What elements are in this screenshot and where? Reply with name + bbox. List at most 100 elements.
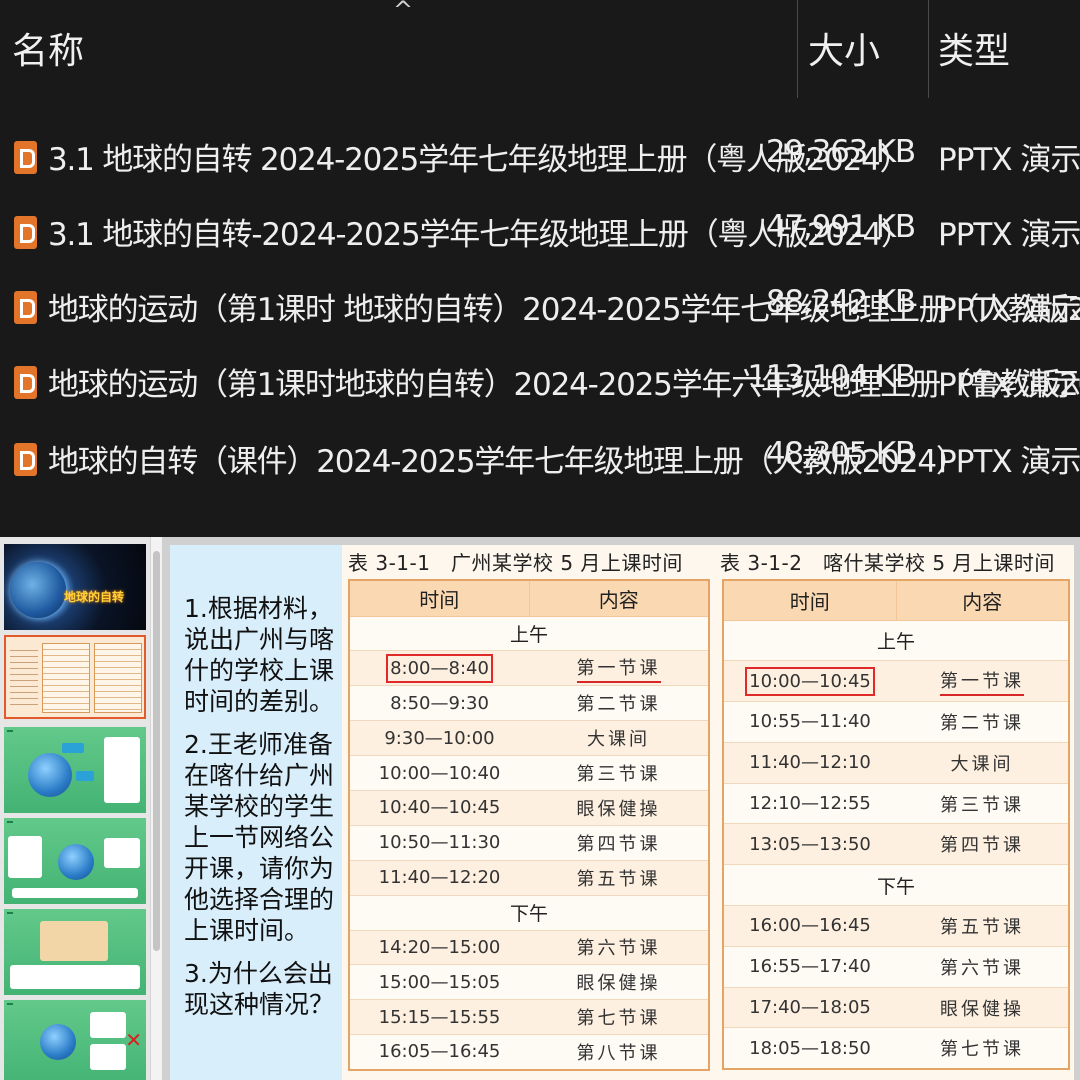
time-cell: 16:05—16:45 xyxy=(349,1034,529,1071)
red-x-icon: ✕ xyxy=(125,1028,142,1052)
file-size: 47,991 KB xyxy=(765,209,916,245)
period-label: 下午 xyxy=(349,894,709,931)
thumbnail-section-label xyxy=(7,912,13,914)
scrollbar-thumb[interactable] xyxy=(153,551,160,951)
table-header-content: 内容 xyxy=(895,579,1070,621)
earth-image xyxy=(10,562,66,618)
file-row[interactable]: 3.1 地球的自转 2024-2025学年七年级地理上册（粤人版2024） 29… xyxy=(0,128,1080,188)
content-cell: 眼保健操 xyxy=(529,964,709,1001)
file-row[interactable]: 地球的运动（第1课时地球的自转）2024-2025学年六年级地理上册（鲁教版20… xyxy=(0,353,1080,413)
content-cell: 第一节课 xyxy=(529,650,709,687)
slide-thumbnail[interactable] xyxy=(4,909,146,995)
red-underline: 第一节课 xyxy=(940,667,1024,696)
kashgar-schedule-panel: 表 3-1-2 喀什某学校 5 月上课时间 时间 内容 上午 10:00—10:… xyxy=(712,545,1074,1080)
pptx-file-icon xyxy=(14,216,37,249)
table-row: 11:40—12:10 大课间 xyxy=(723,741,1069,784)
file-size: 113,104 KB xyxy=(747,359,916,395)
file-name: 地球的运动（第1课时地球的自转）2024-2025学年六年级地理上册（鲁教版20… xyxy=(48,367,1080,403)
time-cell: 18:05—18:50 xyxy=(723,1027,896,1070)
slide-thumbnail[interactable] xyxy=(4,727,146,813)
thumbnail-text-box xyxy=(8,836,42,878)
red-underline: 第一节课 xyxy=(576,654,661,683)
question-3: 3.为什么会出现这种情况？ xyxy=(184,959,335,1019)
time-cell: 10:00—10:45 xyxy=(723,660,896,703)
file-size: 29,363 KB xyxy=(765,134,916,170)
content-cell: 第二节课 xyxy=(896,701,1069,743)
content-cell: 第六节课 xyxy=(529,929,709,966)
content-cell: 第六节课 xyxy=(896,945,1069,988)
content-cell: 第三节课 xyxy=(896,782,1069,825)
table-row: 下午 xyxy=(723,864,1069,907)
time-cell: 10:50—11:30 xyxy=(349,824,529,861)
file-type: PPTX 演示文稿 xyxy=(938,217,1080,253)
file-type: PPTX 演示文稿 xyxy=(938,142,1080,178)
content-cell: 第五节课 xyxy=(529,859,709,896)
time-cell: 9:30—10:00 xyxy=(349,720,529,757)
thumbnail-tag xyxy=(76,771,94,781)
column-header-type[interactable]: 类型 xyxy=(938,22,1010,74)
slide-thumbnail[interactable]: 地球的自转 xyxy=(4,544,146,630)
table-row: 16:05—16:45 第八节课 xyxy=(349,1034,709,1071)
column-header-size[interactable]: 大小 xyxy=(808,22,880,74)
time-cell: 8:50—9:30 xyxy=(349,685,529,722)
file-type: PPTX 演示文稿 xyxy=(938,367,1080,403)
thumbnail-photo xyxy=(40,921,108,961)
time-cell: 16:55—17:40 xyxy=(723,945,896,988)
time-cell: 16:00—16:45 xyxy=(723,905,896,947)
time-cell: 10:40—10:45 xyxy=(349,789,529,826)
time-cell: 11:40—12:10 xyxy=(723,741,896,784)
content-cell: 大课间 xyxy=(529,720,709,757)
table-row: 下午 xyxy=(349,894,709,931)
file-type: PPTX 演示文稿 xyxy=(938,444,1080,480)
slide-editor: 1.根据材料，说出广州与喀什的学校上课时间的差别。 2.王老师准备在喀什给广州某… xyxy=(162,537,1080,1080)
content-cell: 眼保健操 xyxy=(896,986,1069,1029)
guangzhou-schedule-table: 时间 内容 上午 8:00—8:40 第一节课 8:50—9:30 第二节课 9:… xyxy=(348,579,710,1071)
globe-image xyxy=(28,753,72,797)
table-row: 15:15—15:55 第七节课 xyxy=(349,999,709,1036)
period-label: 下午 xyxy=(723,864,1069,907)
time-cell: 15:00—15:05 xyxy=(349,964,529,1001)
content-cell: 第四节课 xyxy=(896,823,1069,866)
slide-thumbnail[interactable] xyxy=(4,818,146,904)
file-row[interactable]: 地球的运动（第1课时 地球的自转）2024-2025学年七年级地理上册（人教版2… xyxy=(0,278,1080,338)
file-explorer: ^ 名称 大小 类型 3.1 地球的自转 2024-2025学年七年级地理上册（… xyxy=(0,0,1080,537)
thumbnail-text-box xyxy=(104,838,140,868)
thumbnail-text-block xyxy=(10,645,38,709)
thumbnail-text-box xyxy=(90,1012,126,1038)
table-row: 10:00—10:40 第三节课 xyxy=(349,755,709,791)
kashgar-schedule-table: 时间 内容 上午 10:00—10:45 第一节课 10:55—11:40 第二节… xyxy=(722,579,1070,1070)
slide-thumbnail[interactable]: ✕ xyxy=(4,1000,146,1080)
thumbnail-text-box xyxy=(12,888,138,898)
table-caption: 表 3-1-1 广州某学校 5 月上课时间 xyxy=(348,551,683,575)
table-row: 10:50—11:30 第四节课 xyxy=(349,824,709,861)
content-cell: 第三节课 xyxy=(529,755,709,791)
time-cell: 10:55—11:40 xyxy=(723,701,896,743)
column-divider[interactable] xyxy=(928,0,929,98)
slide-thumbnail-selected[interactable] xyxy=(4,635,146,719)
time-cell: 13:05—13:50 xyxy=(723,823,896,866)
table-row: 16:00—16:45 第五节课 xyxy=(723,905,1069,947)
file-size: 48,305 KB xyxy=(765,436,916,472)
current-slide[interactable]: 1.根据材料，说出广州与喀什的学校上课时间的差别。 2.王老师准备在喀什给广州某… xyxy=(170,545,1074,1080)
slide-thumbnail-panel: 地球的自转 ✕ xyxy=(0,537,150,1080)
table-row: 上午 xyxy=(723,619,1069,662)
time-cell: 8:00—8:40 xyxy=(349,650,529,687)
question-2: 2.王老师准备在喀什给广州某学校的学生上一节网络公开课，请你为他选择合理的上课时… xyxy=(184,730,335,945)
column-header-name[interactable]: 名称 xyxy=(12,22,84,74)
highlight-box: 10:00—10:45 xyxy=(745,666,875,696)
table-header-time: 时间 xyxy=(348,579,530,617)
thumbnail-scrollbar[interactable] xyxy=(150,537,162,1080)
file-row[interactable]: 地球的自转（课件）2024-2025学年七年级地理上册（人教版2024） 48,… xyxy=(0,430,1080,490)
table-row: 15:00—15:05 眼保健操 xyxy=(349,964,709,1001)
table-row: 10:40—10:45 眼保健操 xyxy=(349,789,709,826)
table-caption: 表 3-1-2 喀什某学校 5 月上课时间 xyxy=(720,551,1055,575)
sort-ascending-icon[interactable]: ^ xyxy=(393,0,413,24)
presentation-view: 地球的自转 ✕ 1.根据材料，说出广州与喀什的学校上课时间的差别。 2.王老师准… xyxy=(0,537,1080,1080)
table-row: 9:30—10:00 大课间 xyxy=(349,720,709,757)
period-label: 上午 xyxy=(349,615,709,652)
column-divider[interactable] xyxy=(797,0,798,98)
content-cell: 第五节课 xyxy=(896,905,1069,947)
file-row[interactable]: 3.1 地球的自转-2024-2025学年七年级地理上册（粤人版2024） 47… xyxy=(0,203,1080,263)
content-cell: 大课间 xyxy=(896,741,1069,784)
table-row: 18:05—18:50 第七节课 xyxy=(723,1027,1069,1070)
